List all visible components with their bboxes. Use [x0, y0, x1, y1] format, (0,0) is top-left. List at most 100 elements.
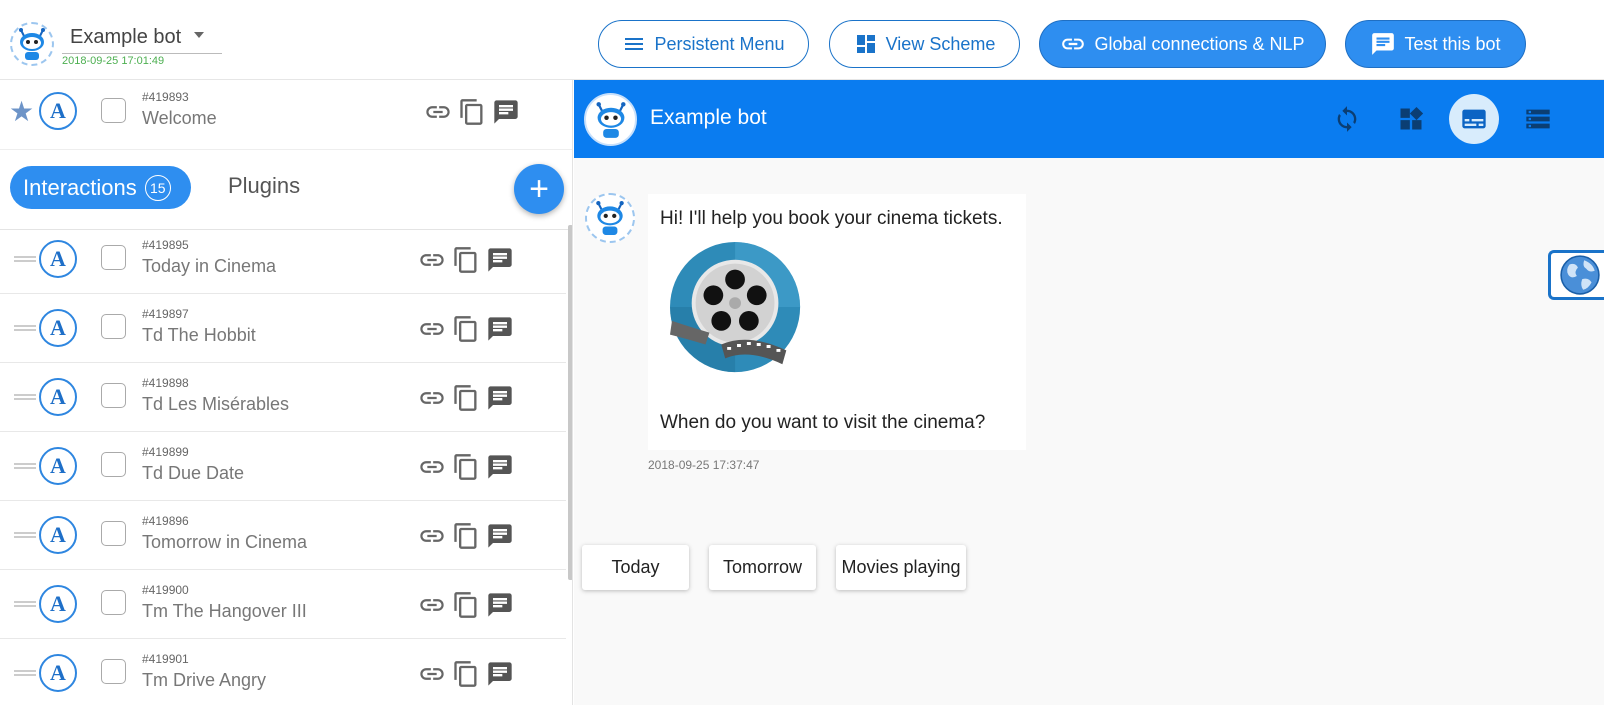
link-icon[interactable]	[418, 660, 446, 688]
copy-icon[interactable]	[452, 382, 480, 414]
interaction-id: #419899	[142, 445, 189, 459]
link-icon[interactable]	[418, 591, 446, 619]
tab-interactions-label: Interactions	[23, 174, 137, 200]
drag-handle-icon[interactable]	[14, 532, 36, 538]
copy-icon[interactable]	[452, 451, 480, 483]
a-badge-icon: A	[39, 378, 77, 416]
chat-icon[interactable]	[486, 453, 514, 481]
drag-handle-icon[interactable]	[14, 670, 36, 676]
link-icon	[1062, 38, 1085, 50]
bot-selector[interactable]: Example bot	[62, 20, 222, 54]
link-icon[interactable]	[418, 453, 446, 481]
interaction-name: Today in Cinema	[142, 256, 277, 276]
row-checkbox[interactable]	[101, 245, 126, 270]
chat-icon[interactable]	[486, 660, 514, 688]
quick-reply-movies-playing[interactable]: Movies playing	[836, 545, 966, 590]
test-bot-button[interactable]: Test this bot	[1345, 20, 1526, 68]
tab-plugins[interactable]: Plugins	[228, 173, 300, 199]
a-badge-icon: A	[39, 516, 77, 554]
row-checkbox[interactable]	[101, 659, 126, 684]
a-badge-icon: A	[39, 447, 77, 485]
interaction-id: #419898	[142, 376, 189, 390]
global-connections-label: Global connections & NLP	[1094, 33, 1305, 54]
interaction-id: #419900	[142, 583, 189, 597]
global-connections-button[interactable]: Global connections & NLP	[1039, 20, 1326, 68]
a-badge-icon: A	[39, 654, 77, 692]
chat-icon[interactable]	[486, 384, 514, 412]
add-interaction-button[interactable]: +	[514, 164, 564, 214]
copy-icon[interactable]	[452, 589, 480, 621]
drag-handle-icon[interactable]	[14, 601, 36, 607]
link-icon[interactable]	[418, 315, 446, 343]
copy-icon[interactable]	[452, 520, 480, 552]
star-icon[interactable]: ★	[9, 98, 34, 126]
storage-icon[interactable]	[1519, 100, 1557, 138]
list-item[interactable]: A #419898 Td Les Misérables	[0, 363, 566, 432]
drag-handle-icon[interactable]	[14, 256, 36, 262]
drag-handle-icon[interactable]	[14, 463, 36, 469]
list-item[interactable]: A #419901 Tm Drive Angry	[0, 639, 566, 705]
interaction-name: Td Due Date	[142, 463, 245, 483]
chat-icon[interactable]	[492, 98, 520, 126]
a-badge-icon: A	[39, 92, 77, 130]
link-icon[interactable]	[418, 384, 446, 412]
chat-icon[interactable]	[486, 246, 514, 274]
bot-question-text: When do you want to visit the cinema?	[660, 412, 986, 433]
chat-icon[interactable]	[486, 522, 514, 550]
persistent-menu-button[interactable]: Persistent Menu	[598, 20, 809, 68]
tabs-bar: Interactions 15 Plugins +	[0, 150, 572, 230]
row-checkbox[interactable]	[101, 383, 126, 408]
list-scrollbar[interactable]	[568, 225, 572, 580]
view-scheme-label: View Scheme	[885, 33, 996, 54]
drag-handle-icon[interactable]	[14, 394, 36, 400]
persistent-menu-label: Persistent Menu	[654, 33, 785, 54]
row-checkbox[interactable]	[101, 521, 126, 546]
top-bar: Example bot 2018-09-25 17:01:49 Persiste…	[0, 0, 1604, 80]
interactions-list: A #419895 Today in Cinema A #419897 Td T…	[0, 225, 566, 705]
chat-header: Example bot	[574, 80, 1604, 158]
list-item[interactable]: A #419896 Tomorrow in Cinema	[0, 501, 566, 570]
link-icon[interactable]	[424, 98, 452, 126]
left-panel: ★ A #419893 Welcome Interactions 15 Plug…	[0, 80, 573, 705]
refresh-icon[interactable]	[1328, 100, 1366, 138]
globe-button[interactable]	[1548, 250, 1604, 300]
welcome-name: Welcome	[142, 108, 217, 128]
robot-icon	[10, 22, 54, 66]
robot-icon	[585, 193, 635, 243]
globe-icon	[1559, 255, 1600, 295]
a-badge-icon: A	[39, 585, 77, 623]
drag-handle-icon[interactable]	[14, 325, 36, 331]
quick-reply-tomorrow[interactable]: Tomorrow	[709, 545, 816, 590]
robot-icon	[584, 93, 637, 146]
list-item[interactable]: A #419900 Tm The Hangover III	[0, 570, 566, 639]
view-scheme-button[interactable]: View Scheme	[829, 20, 1020, 68]
list-item[interactable]: A #419895 Today in Cinema	[0, 225, 566, 294]
chat-title: Example bot	[650, 106, 767, 129]
list-item[interactable]: A #419897 Td The Hobbit	[0, 294, 566, 363]
copy-icon[interactable]	[452, 313, 480, 345]
bot-message-bubble: Hi! I'll help you book your cinema ticke…	[648, 194, 1026, 450]
row-checkbox[interactable]	[101, 452, 126, 477]
caret-down-icon	[194, 32, 204, 38]
link-icon[interactable]	[418, 246, 446, 274]
copy-icon[interactable]	[452, 658, 480, 690]
welcome-row[interactable]: ★ A #419893 Welcome	[0, 80, 572, 150]
welcome-checkbox[interactable]	[101, 98, 126, 123]
widgets-icon[interactable]	[1392, 100, 1430, 138]
interaction-name: Tm Drive Angry	[142, 670, 267, 690]
copy-icon[interactable]	[458, 96, 486, 128]
film-reel-icon	[670, 242, 801, 373]
row-checkbox[interactable]	[101, 314, 126, 339]
link-icon[interactable]	[418, 522, 446, 550]
bot-name: Example bot	[70, 26, 182, 48]
chat-icon[interactable]	[486, 315, 514, 343]
interaction-name: Td Les Misérables	[142, 394, 290, 414]
copy-icon[interactable]	[452, 244, 480, 276]
quick-reply-today[interactable]: Today	[582, 545, 689, 590]
tab-interactions[interactable]: Interactions 15	[10, 166, 191, 209]
subtitles-icon[interactable]	[1449, 94, 1499, 144]
list-item[interactable]: A #419899 Td Due Date	[0, 432, 566, 501]
row-checkbox[interactable]	[101, 590, 126, 615]
chat-panel: Example bot Hi! I'll help you book your …	[574, 80, 1604, 705]
chat-icon[interactable]	[486, 591, 514, 619]
